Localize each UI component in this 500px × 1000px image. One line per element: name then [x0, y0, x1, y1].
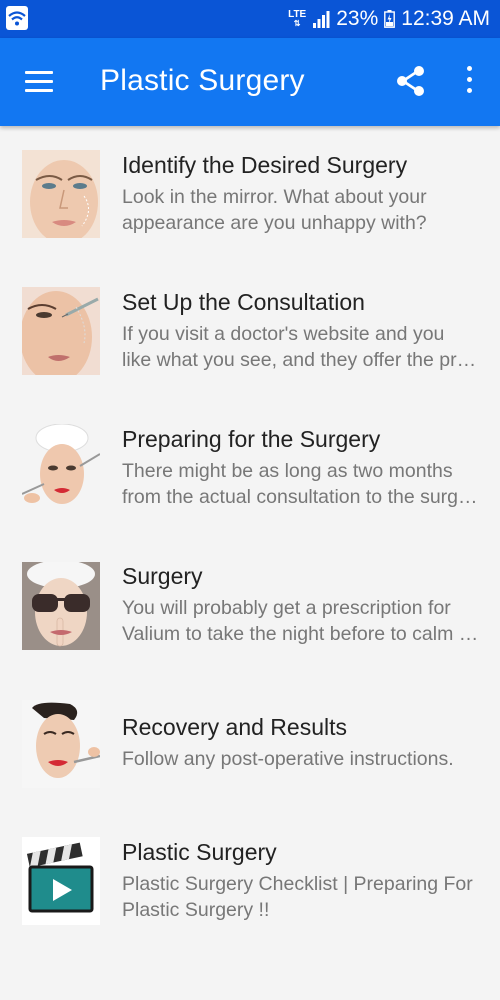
- item-title: Identify the Desired Surgery: [122, 152, 408, 178]
- video-clapperboard-icon: [22, 837, 100, 925]
- item-title: Preparing for the Surgery: [122, 426, 381, 452]
- item-description-line: You will probably get a prescription for: [122, 597, 451, 619]
- injection-thumbnail: [22, 287, 100, 375]
- item-description-line: like what you see, and they offer the pr…: [122, 349, 482, 371]
- lip-injection-thumbnail: [22, 700, 100, 788]
- clock: 12:39 AM: [401, 7, 490, 30]
- item-description-line: appearance are you unhappy with?: [122, 212, 427, 234]
- bandaged-face-thumbnail: [22, 424, 100, 512]
- wifi-icon: [6, 6, 28, 30]
- sunglasses-face-thumbnail: [22, 562, 100, 650]
- item-title: Surgery: [122, 563, 203, 589]
- battery-percent: 23%: [336, 7, 379, 30]
- status-bar: LTE ⇅ 23% 12:39 AM: [0, 0, 500, 38]
- item-description-line: Valium to take the night before to calm …: [122, 623, 479, 645]
- item-description-line: Plastic Surgery Checklist | Preparing Fo…: [122, 873, 473, 895]
- more-vert-icon[interactable]: [464, 66, 474, 96]
- list-item[interactable]: Identify the Desired Surgery Look in the…: [0, 126, 500, 263]
- signal-icon: [313, 11, 330, 28]
- network-label: LTE: [288, 9, 307, 20]
- list-item[interactable]: Preparing for the Surgery There might be…: [0, 400, 500, 537]
- share-icon[interactable]: [396, 65, 426, 97]
- item-title: Set Up the Consultation: [122, 289, 365, 315]
- item-description-line: from the actual consultation to the surg…: [122, 486, 478, 508]
- item-title: Recovery and Results: [122, 714, 347, 740]
- list-item[interactable]: Surgery You will probably get a prescrip…: [0, 537, 500, 674]
- face-contour-thumbnail: [22, 150, 100, 238]
- item-description-line: If you visit a doctor's website and you: [122, 323, 445, 345]
- lte-indicator: LTE ⇅: [288, 9, 307, 29]
- app-title: Plastic Surgery: [100, 64, 305, 97]
- list-item[interactable]: Set Up the Consultation If you visit a d…: [0, 263, 500, 400]
- item-description-line: There might be as long as two months: [122, 460, 453, 482]
- item-title: Plastic Surgery: [122, 839, 277, 865]
- app-bar: Plastic Surgery: [0, 38, 500, 126]
- battery-icon: [384, 10, 396, 28]
- list-item[interactable]: Recovery and Results Follow any post-ope…: [0, 674, 500, 811]
- item-description-line: Look in the mirror. What about your: [122, 186, 427, 208]
- item-description-line: Plastic Surgery !!: [122, 899, 270, 921]
- hamburger-menu-icon[interactable]: [25, 71, 53, 93]
- item-description-line: Follow any post-operative instructions.: [122, 748, 454, 770]
- list-item[interactable]: Plastic Surgery Plastic Surgery Checklis…: [0, 811, 500, 948]
